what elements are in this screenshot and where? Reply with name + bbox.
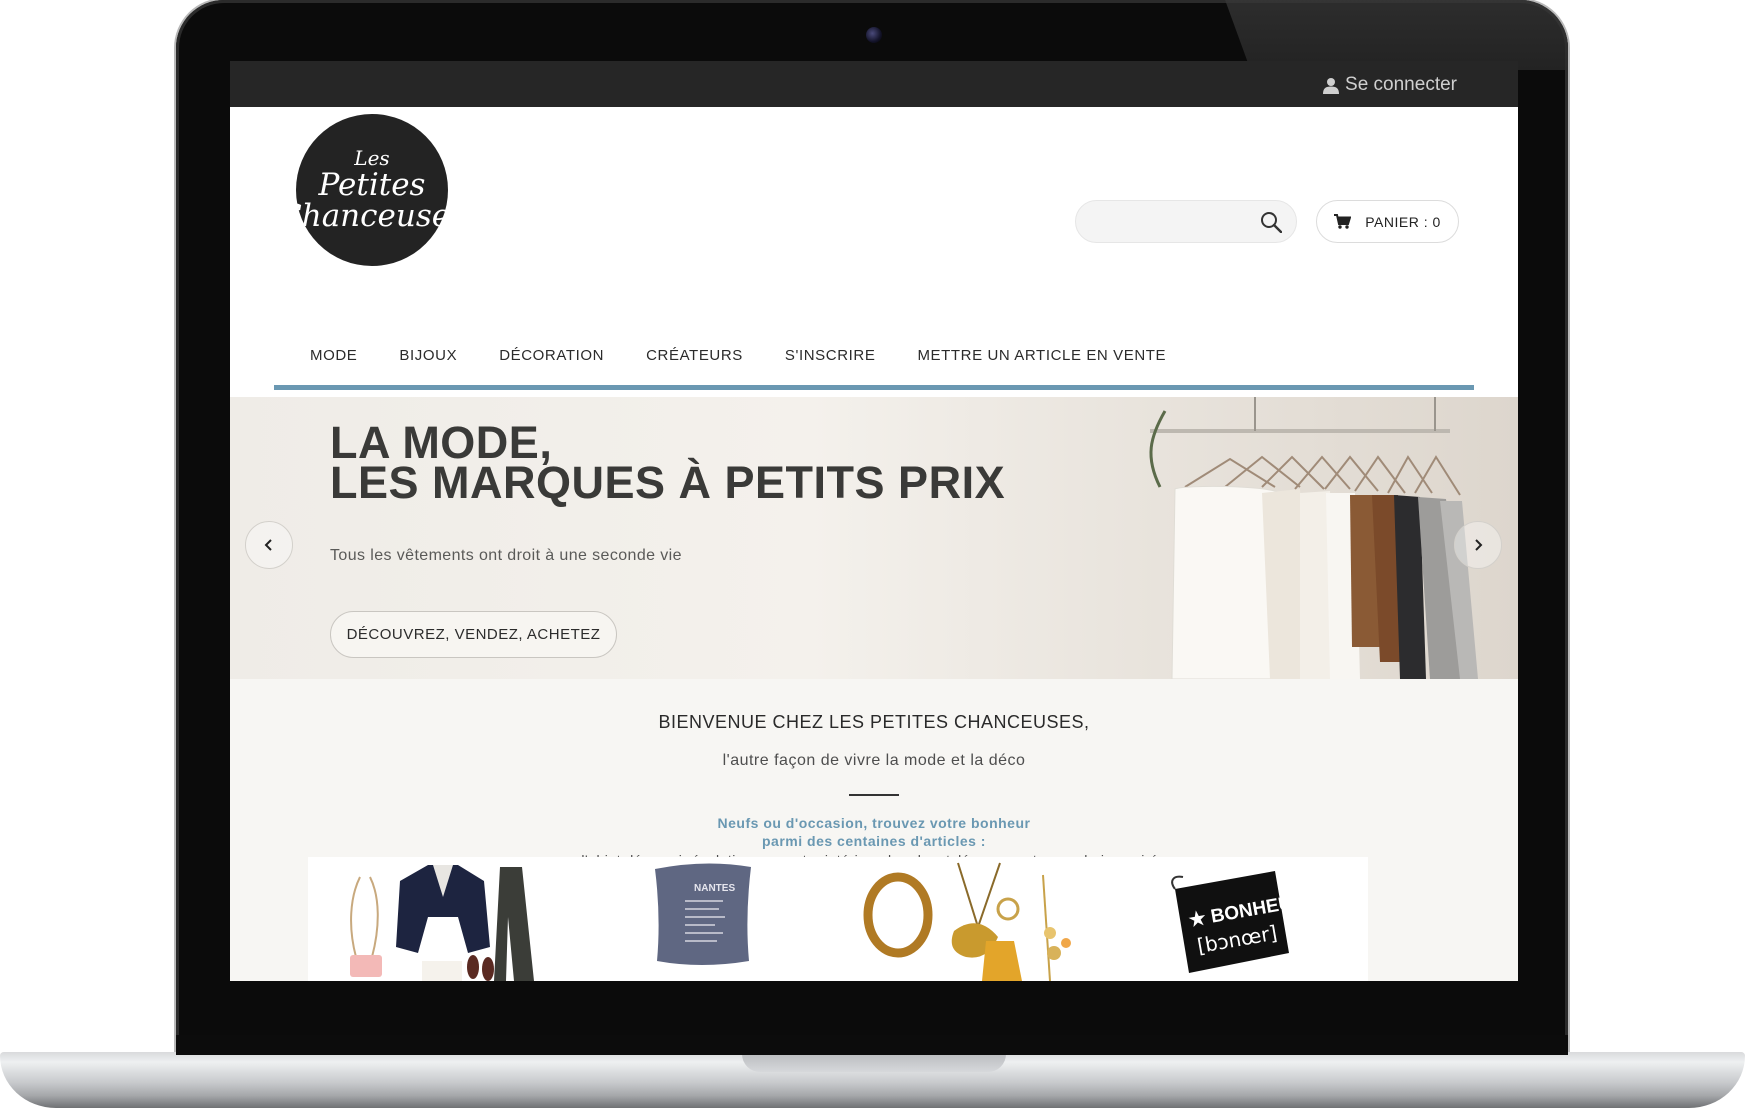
- webcam: [866, 27, 882, 43]
- logo-line-2: Petites: [318, 167, 426, 203]
- hero-title: LA MODE, LES MARQUES À PETITS PRIX: [330, 420, 1005, 505]
- search-input[interactable]: [1090, 209, 1254, 237]
- logo-line-3: Chanceuses: [278, 198, 466, 234]
- laptop-notch: [742, 1052, 1006, 1072]
- chevron-left-icon: [264, 539, 272, 551]
- site-header: Les Petites Chanceuses PANIER : 0 MODE B…: [230, 107, 1518, 397]
- fashion-outfit-image: [350, 865, 534, 981]
- cart-label: PANIER : 0: [1365, 213, 1441, 230]
- slider-next-button[interactable]: [1454, 521, 1502, 569]
- login-link[interactable]: Se connecter: [1323, 74, 1457, 96]
- welcome-highlight-line-2: parmi des centaines d'articles :: [762, 833, 986, 849]
- bezel-glare: [1221, 0, 1568, 70]
- product-tile-creators[interactable]: ★ BONHEUR [bɔnœr]: [1103, 857, 1368, 981]
- cushion-title: NANTES: [694, 883, 735, 894]
- login-label: Se connecter: [1345, 74, 1457, 95]
- hero-title-line-2: LES MARQUES À PETITS PRIX: [330, 457, 1006, 508]
- nav-item-createurs[interactable]: CRÉATEURS: [625, 337, 764, 364]
- pouch-image: ★ BONHEUR [bɔnœr]: [1171, 871, 1308, 973]
- nav-item-mode[interactable]: MODE: [310, 337, 378, 364]
- welcome-highlight-line-1: Neufs ou d'occasion, trouvez votre bonhe…: [717, 815, 1031, 831]
- slider-prev-button[interactable]: [245, 521, 293, 569]
- user-icon: [1323, 77, 1340, 94]
- clothes-rack-image: [1149, 397, 1478, 679]
- search-box: [1075, 200, 1297, 243]
- product-tile-decoration[interactable]: NANTES: [573, 857, 838, 981]
- bezel-bottom: [176, 1035, 1568, 1055]
- chevron-right-icon: [1475, 539, 1483, 551]
- product-tile-jewelry[interactable]: [838, 857, 1103, 981]
- cushion-image: NANTES: [655, 863, 751, 965]
- product-tile-fashion[interactable]: [308, 857, 573, 981]
- cart-button[interactable]: PANIER : 0: [1316, 200, 1459, 243]
- hero-slider: LA MODE, LES MARQUES À PETITS PRIX Tous …: [230, 397, 1518, 679]
- cart-icon: [1334, 214, 1352, 229]
- site-logo[interactable]: Les Petites Chanceuses: [278, 114, 466, 266]
- divider: [849, 794, 899, 796]
- logo-line-1: Les: [354, 146, 390, 170]
- nav-item-bijoux[interactable]: BIJOUX: [378, 337, 478, 364]
- search-icon[interactable]: [1260, 211, 1282, 233]
- jewelry-image: [863, 862, 1071, 981]
- top-bar: Se connecter: [230, 61, 1518, 107]
- welcome-tagline: l'autre façon de vivre la mode et la déc…: [722, 752, 1026, 769]
- hero-cta-button[interactable]: DÉCOUVREZ, VENDEZ, ACHETEZ: [330, 611, 617, 658]
- main-nav: MODE BIJOUX DÉCORATION CRÉATEURS S'INSCR…: [274, 337, 1474, 390]
- website-screen: Se connecter Les Petites Chanceuses PANI…: [230, 61, 1518, 981]
- welcome-title: BIENVENUE CHEZ LES PETITES CHANCEUSES,: [658, 712, 1090, 732]
- nav-item-sell-article[interactable]: METTRE UN ARTICLE EN VENTE: [896, 337, 1187, 364]
- hero-subtitle: Tous les vêtements ont droit à une secon…: [330, 547, 682, 564]
- nav-item-sinscrire[interactable]: S'INSCRIRE: [764, 337, 897, 364]
- nav-item-decoration[interactable]: DÉCORATION: [478, 337, 625, 364]
